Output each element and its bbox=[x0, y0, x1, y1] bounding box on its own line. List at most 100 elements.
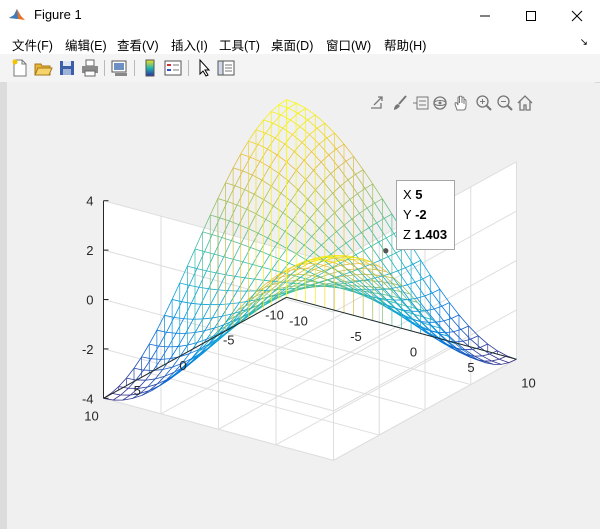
mesh-line-x bbox=[274, 137, 285, 145]
mesh-line-y bbox=[284, 219, 293, 232]
insert-colorbar-icon[interactable] bbox=[140, 58, 160, 78]
mesh-line-x bbox=[263, 199, 274, 207]
mesh-line-y bbox=[290, 112, 299, 121]
new-figure-icon[interactable] bbox=[10, 58, 30, 78]
mesh-line-x bbox=[334, 132, 345, 145]
mesh-line-y bbox=[209, 198, 219, 216]
zoom-in-icon[interactable] bbox=[475, 94, 493, 112]
menu-dock-arrow-icon[interactable]: ↘ bbox=[580, 37, 588, 48]
mesh-line-x bbox=[267, 237, 278, 244]
menu-tools[interactable]: 工具(T) bbox=[219, 35, 260, 54]
data-tip[interactable]: X 5 Y -2 Z 1.403 bbox=[396, 180, 455, 250]
mesh-line-y bbox=[276, 143, 286, 156]
mesh-line-x bbox=[311, 151, 322, 163]
data-tip-z-label: Z bbox=[403, 227, 411, 242]
insert-legend-icon[interactable] bbox=[163, 58, 183, 78]
title-bar[interactable]: Figure 1 bbox=[0, 0, 600, 32]
mesh-line-x bbox=[290, 119, 301, 127]
export-icon[interactable] bbox=[369, 94, 387, 112]
open-file-icon[interactable] bbox=[33, 58, 53, 78]
x-tick-label: 5 bbox=[467, 360, 474, 375]
data-tips-icon[interactable] bbox=[412, 94, 430, 112]
menu-view[interactable]: 查看(V) bbox=[117, 35, 159, 54]
mesh-line-y bbox=[317, 200, 326, 210]
window-title: Figure 1 bbox=[34, 7, 82, 22]
edit-plot-arrow-icon[interactable] bbox=[194, 58, 214, 78]
mesh-line-y bbox=[332, 185, 341, 194]
mesh-line-x bbox=[236, 204, 247, 210]
mesh-line-y bbox=[309, 127, 318, 135]
mesh-line-x bbox=[295, 102, 306, 109]
mesh-line-y bbox=[343, 218, 353, 226]
data-tip-y-label: Y bbox=[403, 207, 412, 222]
mesh-line-y bbox=[324, 192, 333, 202]
menu-desktop[interactable]: 桌面(D) bbox=[271, 35, 313, 54]
mesh-line-y bbox=[319, 219, 328, 229]
mesh-line-y bbox=[278, 161, 288, 174]
minimize-icon bbox=[480, 15, 490, 17]
rotate-3d-icon[interactable] bbox=[431, 94, 449, 112]
surface-plot[interactable]: -4 -2 0 2 4 -10 -5 0 5 10 -10 -5 0 5 10 bbox=[7, 82, 595, 529]
mesh-line-y bbox=[376, 217, 385, 224]
property-inspector-icon[interactable] bbox=[216, 58, 236, 78]
mesh-line-x bbox=[357, 193, 368, 209]
mesh-line-x bbox=[292, 219, 303, 229]
data-tip-y-row: Y -2 bbox=[403, 207, 427, 222]
zoom-out-icon[interactable] bbox=[496, 94, 514, 112]
home-restore-view-icon[interactable] bbox=[516, 94, 534, 112]
menu-window[interactable]: 窗口(W) bbox=[326, 35, 371, 54]
mesh-line-x bbox=[305, 179, 316, 191]
mesh-line-x bbox=[256, 213, 266, 220]
mesh-line-y bbox=[345, 156, 354, 162]
mesh-line-x bbox=[278, 173, 289, 182]
menu-bar: 文件(F) 编辑(E) 查看(V) 插入(I) 工具(T) 桌面(D) 窗口(W… bbox=[0, 32, 600, 54]
mesh-line-x bbox=[252, 174, 263, 181]
mesh-line-x bbox=[292, 134, 303, 143]
mesh-line-x bbox=[257, 144, 268, 150]
mesh-line-y bbox=[265, 205, 274, 220]
mesh-line-x bbox=[255, 129, 266, 134]
mesh-line-y bbox=[357, 188, 366, 194]
mesh-line-y bbox=[272, 114, 282, 124]
mesh-line-y bbox=[288, 170, 297, 182]
mesh-line-x bbox=[259, 161, 270, 168]
mesh-line-x bbox=[365, 274, 376, 276]
mesh-line-y bbox=[296, 244, 305, 255]
mesh-line-y bbox=[234, 170, 244, 186]
pan-hand-icon[interactable] bbox=[452, 94, 470, 112]
mesh-line-y bbox=[242, 156, 251, 172]
mesh-line-x bbox=[383, 218, 395, 234]
mesh-line-x bbox=[311, 236, 322, 246]
mesh-line-y bbox=[248, 213, 257, 229]
data-tip-x-row: X 5 bbox=[403, 187, 423, 202]
mesh-line-x bbox=[321, 244, 332, 255]
menu-help[interactable]: 帮助(H) bbox=[384, 35, 426, 54]
menu-insert[interactable]: 插入(I) bbox=[171, 35, 208, 54]
figure-window: Figure 1 文件(F) 编辑(E) 查看(V) 插入(I) 工具(T) 桌… bbox=[0, 0, 600, 529]
figure-canvas[interactable]: -4 -2 0 2 4 -10 -5 0 5 10 -10 -5 0 5 10 X 5 Y -2 bbox=[7, 82, 595, 529]
minimize-button[interactable] bbox=[462, 0, 508, 32]
mesh-line-y bbox=[276, 231, 286, 244]
mesh-line-y bbox=[278, 99, 287, 106]
link-plot-icon[interactable] bbox=[110, 58, 130, 78]
brush-icon[interactable] bbox=[391, 94, 409, 112]
mesh-line-x bbox=[282, 127, 293, 135]
mesh-line-y bbox=[336, 224, 345, 232]
mesh-line-x bbox=[257, 232, 268, 239]
mesh-line-x bbox=[288, 107, 299, 114]
mesh-line-y bbox=[374, 198, 383, 204]
save-icon[interactable] bbox=[57, 58, 77, 78]
mesh-line-x bbox=[326, 220, 337, 232]
print-icon[interactable] bbox=[80, 58, 100, 78]
mesh-line-x bbox=[210, 214, 220, 219]
mesh-line-y bbox=[249, 144, 259, 158]
maximize-button[interactable] bbox=[508, 0, 554, 32]
mesh-line-x bbox=[316, 127, 328, 139]
menu-edit[interactable]: 编辑(E) bbox=[65, 35, 107, 54]
mesh-line-y bbox=[246, 194, 255, 210]
close-button[interactable] bbox=[554, 0, 600, 32]
mesh-line-y bbox=[328, 231, 337, 239]
mesh-line-x bbox=[297, 112, 308, 121]
menu-file[interactable]: 文件(F) bbox=[12, 35, 53, 54]
mesh-line-y bbox=[322, 173, 331, 182]
